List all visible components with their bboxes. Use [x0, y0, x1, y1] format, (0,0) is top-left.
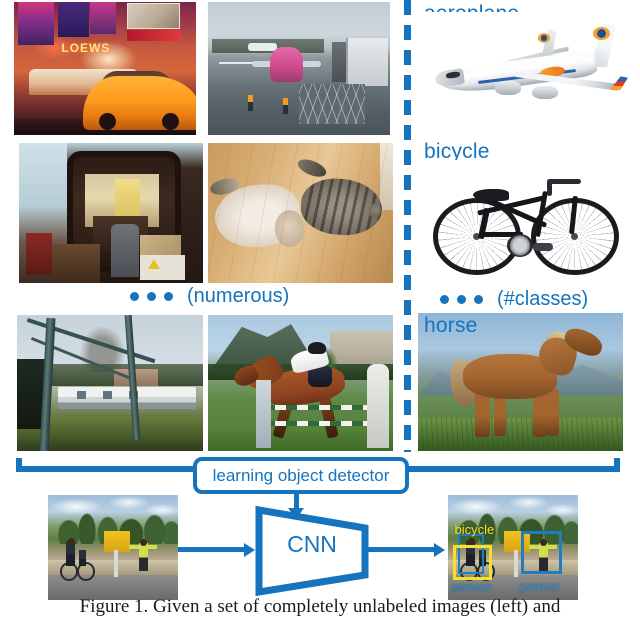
neon-panel-left: [17, 2, 55, 45]
unlabeled-image-horse-rider: [208, 315, 393, 451]
bicycle-handlebar: [549, 179, 581, 185]
photo-pixels: [425, 12, 630, 127]
carriage-window-2: [102, 391, 112, 400]
second-cyclist: [79, 549, 86, 567]
hazard-label-icon: [147, 259, 160, 270]
rider-helmet: [307, 342, 327, 355]
grass-ridge: [418, 417, 623, 451]
pipeline-output-image: bicycle person person: [448, 495, 578, 600]
photo-pixels: [208, 315, 393, 451]
sign-post: [114, 549, 119, 577]
detection-label-person-left: person: [451, 579, 492, 595]
neon-panel-middle: [57, 2, 89, 37]
tabby-cat-head: [367, 203, 381, 219]
photo-pixels: [208, 2, 390, 135]
aeroplane-far-tail-logo: [537, 32, 551, 44]
photo-pixels: [17, 315, 203, 451]
tabby-cat-tail: [295, 156, 328, 181]
class-ellipsis-row: (#classes): [440, 288, 588, 311]
bicycle-pedal: [533, 242, 553, 252]
figure-1-root: LOEWS (numerous) bicycle (#classes) hors…: [0, 0, 640, 619]
aeroplane-engine-inner: [494, 81, 522, 95]
loews-marquee-text: LOEWS: [61, 40, 111, 55]
numerous-label: (numerous): [187, 285, 290, 307]
learning-object-detector-node[interactable]: learning object detector: [193, 457, 409, 494]
carriage-window-1: [76, 391, 86, 400]
bicycle-stem: [547, 179, 552, 196]
unlabeled-image-interior: [19, 143, 203, 283]
bracket-tick-right: [614, 458, 620, 470]
class-image-aeroplane: [425, 12, 630, 127]
neon-panel-right: [90, 2, 116, 34]
photo-pixels: [425, 160, 625, 280]
photo-pixels: bicycle person person: [448, 495, 578, 600]
unlabeled-image-train: [17, 315, 203, 451]
ellipsis-dots-icon: [440, 295, 483, 304]
jump-rail-top: [263, 404, 371, 410]
standing-person: [139, 543, 149, 571]
jump-standard-right: [367, 363, 390, 449]
class-image-bicycle: [425, 160, 625, 280]
unlabeled-image-cats: [208, 143, 393, 283]
pipeline-input-image: [48, 495, 178, 600]
yellow-road-sign: [103, 530, 130, 552]
white-cat-head: [274, 210, 305, 247]
num-classes-label: (#classes): [497, 288, 589, 310]
cnn-label: CNN: [287, 531, 337, 557]
arrow-head: [434, 543, 445, 557]
detection-label-person-right: person: [519, 579, 560, 595]
input-to-cnn-arrow: [178, 543, 256, 557]
jump-rail-bottom: [263, 421, 371, 427]
tabby-cat-body: [297, 175, 385, 240]
aeroplane-engine-outer: [531, 85, 559, 100]
unlabeled-ellipsis-row: (numerous): [130, 285, 289, 308]
photo-pixels: [208, 143, 393, 283]
dashed-vertical-divider: [404, 0, 411, 452]
ground-crew-1: [248, 95, 254, 112]
arrow-stem: [368, 547, 436, 552]
photo-pixels: [48, 495, 178, 600]
detection-box-person-right: [520, 530, 563, 574]
ground-crew-2: [282, 97, 288, 114]
aeroplane-tail-logo: [593, 26, 610, 40]
bicycle-chainring: [507, 234, 533, 258]
cnn-to-output-arrow: [368, 543, 446, 557]
class-label-horse: horse: [424, 314, 478, 337]
wooden-dresser: [52, 243, 100, 283]
white-cat-tail: [208, 176, 241, 199]
bicycle-saddle: [473, 188, 509, 201]
ellipsis-dots-icon: [130, 292, 173, 301]
red-chair: [26, 232, 53, 275]
apron-grating: [299, 84, 365, 125]
unlabeled-image-airport: [208, 2, 390, 135]
distant-aircraft: [248, 43, 278, 52]
garment-bag: [111, 224, 139, 278]
arrow-stem: [178, 547, 246, 552]
jump-standard-left: [256, 380, 271, 449]
photo-pixels: LOEWS: [14, 2, 196, 135]
sign-post: [514, 549, 519, 577]
cyclist-head: [67, 538, 75, 546]
learning-object-detector-label: learning object detector: [212, 466, 390, 485]
detection-box-bicycle: [453, 545, 493, 581]
jet-bridge: [346, 37, 389, 86]
billboard-top: [126, 3, 180, 30]
unlabeled-image-times-square: LOEWS: [14, 2, 196, 135]
aircraft-nose: [269, 47, 303, 82]
horse-fore-leg-right: [547, 388, 560, 436]
taxi-wheel-rear: [99, 112, 117, 130]
figure-caption: Figure 1. Given a set of completely unla…: [79, 596, 561, 617]
billboard-banner: [126, 29, 182, 41]
photo-pixels: [19, 143, 203, 283]
floor-edge: [380, 143, 393, 211]
bracket-tick-left: [16, 458, 22, 470]
detection-label-bicycle: bicycle: [454, 522, 495, 538]
white-cat-body: [212, 180, 304, 251]
taxi-wheel-front: [162, 112, 180, 130]
yellow-taxi: [83, 76, 196, 130]
